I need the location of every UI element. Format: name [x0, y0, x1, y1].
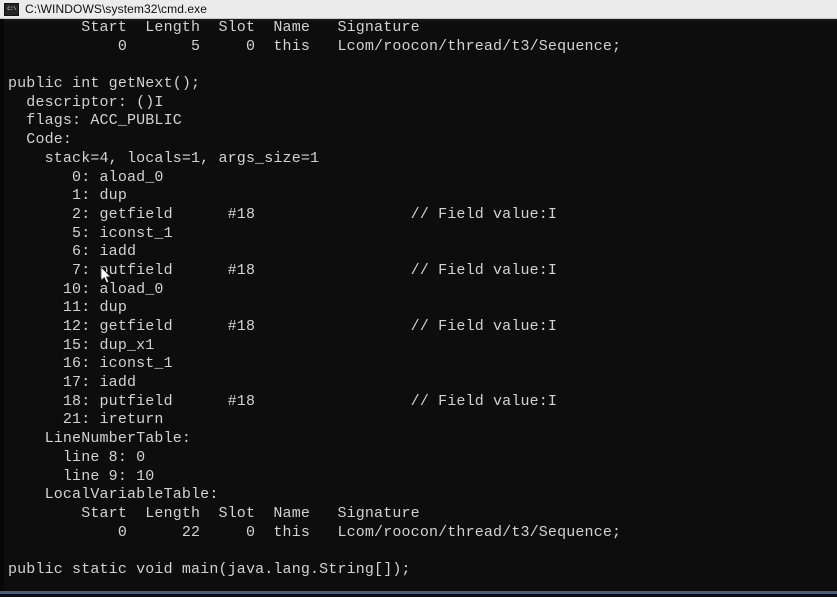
- console-line: 21: ireturn: [8, 411, 164, 429]
- console-line: 10: aload_0: [8, 280, 164, 298]
- console-line: flags: ACC_PUBLIC: [8, 112, 182, 130]
- title-bar[interactable]: C:\ C:\WINDOWS\system32\cmd.exe: [0, 0, 837, 19]
- cmd-icon[interactable]: C:\: [4, 2, 19, 16]
- console-line: 0 5 0 this Lcom/roocon/thread/t3/Sequenc…: [8, 37, 622, 55]
- window-bottom-edge: [0, 591, 837, 594]
- console-line: 7: putfield #18 // Field value:I: [8, 261, 558, 279]
- console-line: 11: dup: [8, 299, 127, 317]
- console-line: descriptor: ()I: [8, 93, 164, 111]
- cmd-window: C:\ C:\WINDOWS\system32\cmd.exe Start Le…: [0, 0, 837, 597]
- console-line: line 8: 0: [8, 448, 146, 466]
- console-output-area[interactable]: Start Length Slot Name Signature 0 5 0 t…: [0, 19, 837, 594]
- console-line: Start Length Slot Name Signature: [8, 19, 420, 36]
- console-line: public int getNext();: [8, 75, 201, 93]
- console-line: public static void main(java.lang.String…: [8, 560, 411, 578]
- console-line: line 9: 10: [8, 467, 155, 485]
- console-line: 2: getfield #18 // Field value:I: [8, 205, 558, 223]
- console-line: 0: aload_0: [8, 168, 164, 186]
- cmd-icon-glyph: C:\: [7, 5, 16, 12]
- console-line: 0 22 0 this Lcom/roocon/thread/t3/Sequen…: [8, 523, 622, 541]
- window-title: C:\WINDOWS\system32\cmd.exe: [25, 2, 208, 16]
- console-line: Start Length Slot Name Signature: [8, 504, 420, 522]
- console-line: 12: getfield #18 // Field value:I: [8, 318, 558, 335]
- console-line: 16: iconst_1: [8, 355, 173, 373]
- console-line: Code:: [8, 131, 73, 149]
- console-line: stack=4, locals=1, args_size=1: [8, 149, 320, 167]
- console-line: 5: iconst_1: [8, 224, 173, 242]
- console-line: 15: dup_x1: [8, 336, 155, 354]
- console-line: 17: iadd: [8, 374, 137, 392]
- console-line: LineNumberTable:: [8, 430, 192, 448]
- console-line: 6: iadd: [8, 243, 137, 261]
- console-line: 1: dup: [8, 187, 127, 205]
- console-line: 18: putfield #18 // Field value:I: [8, 392, 558, 410]
- console-line: LocalVariableTable:: [8, 486, 219, 504]
- console-text-lines: Start Length Slot Name Signature 0 5 0 t…: [8, 19, 837, 580]
- console-left-gutter: [0, 19, 4, 594]
